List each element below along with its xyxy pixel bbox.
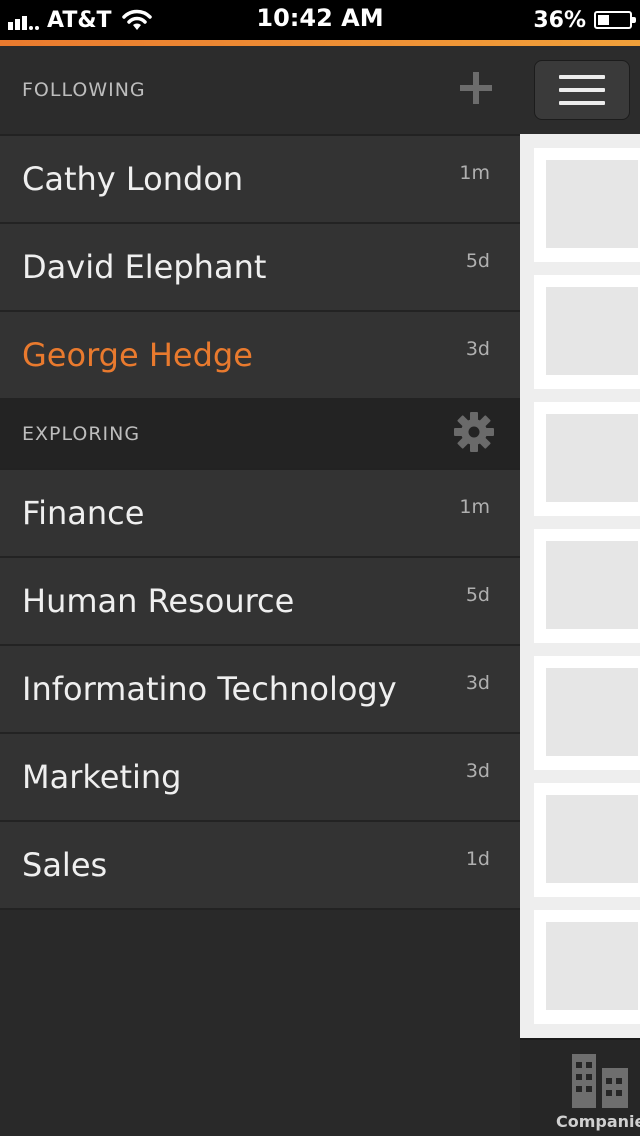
- card-thumbnail: [546, 160, 638, 248]
- add-following-button[interactable]: [458, 70, 494, 110]
- item-timestamp: 3d: [465, 672, 490, 694]
- hamburger-icon: [559, 75, 605, 105]
- card-thumbnail: [546, 541, 638, 629]
- following-item-george-hedge[interactable]: George Hedge 3d: [0, 312, 520, 400]
- item-label: Cathy London: [22, 160, 244, 198]
- item-timestamp: 1m: [459, 496, 490, 518]
- content-card[interactable]: [534, 402, 640, 516]
- content-card[interactable]: [534, 275, 640, 389]
- content-card[interactable]: [534, 656, 640, 770]
- menu-button[interactable]: [534, 60, 630, 120]
- exploring-section-header: EXPLORING: [0, 400, 520, 470]
- tab-label: Companies: [556, 1112, 640, 1131]
- card-thumbnail: [546, 922, 638, 1010]
- exploring-item-information-technology[interactable]: Informatino Technology 3d: [0, 646, 520, 734]
- item-label: Marketing: [22, 758, 182, 796]
- following-section-header: FOLLOWING: [0, 46, 520, 136]
- following-item-david-elephant[interactable]: David Elephant 5d: [0, 224, 520, 312]
- content-card[interactable]: [534, 783, 640, 897]
- item-timestamp: 1m: [459, 162, 490, 184]
- content-header: [520, 46, 640, 134]
- battery-icon: [594, 11, 636, 29]
- item-label: Informatino Technology: [22, 670, 397, 708]
- status-bar-right: 36%: [533, 4, 636, 36]
- item-timestamp: 3d: [465, 760, 490, 782]
- exploring-item-human-resource[interactable]: Human Resource 5d: [0, 558, 520, 646]
- status-bar: AT&T 10:42 AM 36%: [0, 0, 640, 40]
- plus-icon: [460, 72, 492, 104]
- item-timestamp: 5d: [465, 584, 490, 606]
- main-content-panel: Companies: [520, 46, 640, 1136]
- item-label: George Hedge: [22, 336, 253, 374]
- battery-percentage: 36%: [533, 7, 586, 33]
- content-card[interactable]: [534, 910, 640, 1024]
- card-thumbnail: [546, 414, 638, 502]
- following-item-cathy-london[interactable]: Cathy London 1m: [0, 136, 520, 224]
- exploring-item-marketing[interactable]: Marketing 3d: [0, 734, 520, 822]
- tab-companies[interactable]: Companies: [520, 1040, 640, 1136]
- item-label: Human Resource: [22, 582, 295, 620]
- card-list: [520, 148, 640, 1037]
- following-title: FOLLOWING: [22, 79, 146, 101]
- content-card[interactable]: [534, 529, 640, 643]
- tab-bar: Companies: [520, 1038, 640, 1136]
- exploring-item-finance[interactable]: Finance 1m: [0, 470, 520, 558]
- item-label: Finance: [22, 494, 145, 532]
- item-timestamp: 1d: [465, 848, 490, 870]
- navigation-drawer: FOLLOWING Cathy London 1m David Elephant…: [0, 46, 520, 1136]
- companies-icon: [572, 1054, 628, 1108]
- exploring-title: EXPLORING: [22, 423, 141, 445]
- item-timestamp: 5d: [465, 250, 490, 272]
- item-label: Sales: [22, 846, 108, 884]
- card-thumbnail: [546, 287, 638, 375]
- card-thumbnail: [546, 668, 638, 756]
- gear-icon: [454, 412, 494, 452]
- exploring-item-sales[interactable]: Sales 1d: [0, 822, 520, 910]
- exploring-settings-button[interactable]: [452, 410, 496, 458]
- item-timestamp: 3d: [465, 338, 490, 360]
- content-card[interactable]: [534, 148, 640, 262]
- item-label: David Elephant: [22, 248, 267, 286]
- card-thumbnail: [546, 795, 638, 883]
